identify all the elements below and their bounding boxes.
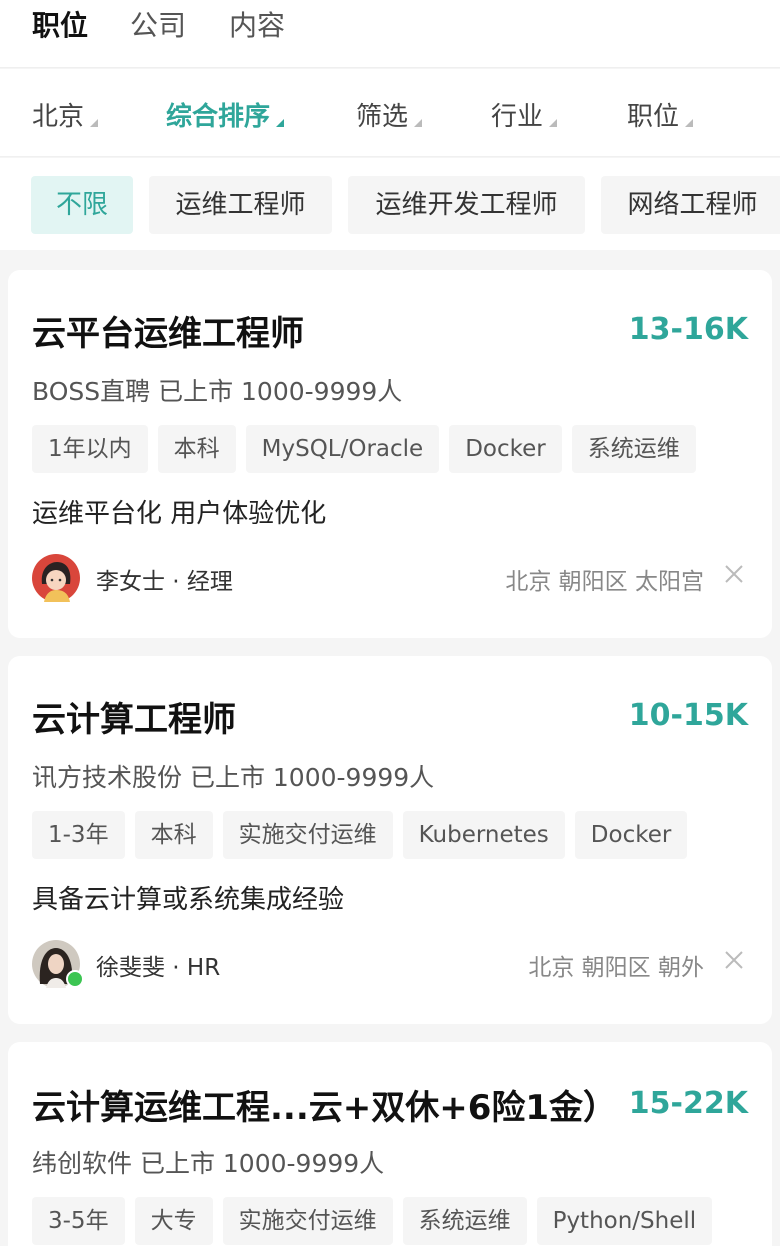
tag: MySQL/Oracle [245,425,440,473]
recruiter-avatar[interactable] [32,554,80,602]
salary: 15-22K [628,1086,748,1121]
tag: Kubernetes [402,811,565,859]
caret-icon [549,119,558,127]
salary: 10-15K [628,698,748,733]
recruiter-row: 李女士 · 经理 北京 朝阳区 太阳宫 [32,554,748,604]
top-tab-bar: 职位 公司 内容 [0,0,780,68]
cartoon-woman-avatar-icon [32,554,80,602]
job-card[interactable]: 云计算工程师 10-15K 讯方技术股份 已上市 1000-9999人 1-3年… [8,656,772,1024]
tag: 本科 [157,425,236,473]
tag: 3-5年 [32,1197,125,1245]
job-highlight: 运维平台化 用户体验优化 [32,499,327,529]
tag: 本科 [134,811,213,859]
tag: 1年以内 [32,425,148,473]
job-card[interactable]: 云平台运维工程师 13-16K BOSS直聘 已上市 1000-9999人 1年… [8,270,772,638]
job-highlight: 具备云计算或系统集成经验 [32,885,345,915]
company-info: 讯方技术股份 已上市 1000-9999人 [32,763,435,792]
filter-position[interactable]: 职位 [627,96,694,133]
recruiter-name: 徐斐斐 · HR [96,955,221,981]
job-title: 云计算工程师 [32,700,236,740]
filter-screen-label: 筛选 [356,102,409,132]
caret-icon [685,119,694,127]
tag: 实施交付运维 [222,811,393,859]
recruiter-name: 李女士 · 经理 [96,569,233,595]
job-title: 云平台运维工程师 [32,314,304,354]
filter-sort-label: 综合排序 [166,102,271,132]
filter-industry[interactable]: 行业 [491,96,558,133]
tag: 大专 [134,1197,213,1245]
close-icon[interactable] [720,946,748,974]
filter-screen[interactable]: 筛选 [356,96,423,133]
company-info: 纬创软件 已上市 1000-9999人 [32,1149,385,1178]
close-icon[interactable] [720,560,748,588]
filter-sort[interactable]: 综合排序 [166,96,285,133]
chip-devops-engineer[interactable]: 运维开发工程师 [348,176,585,234]
tag: Docker [574,811,688,859]
chip-unlimited[interactable]: 不限 [31,176,133,234]
caret-icon [90,119,99,127]
recruiter-row: 徐斐斐 · HR 北京 朝阳区 朝外 [32,940,748,990]
filter-position-label: 职位 [627,102,680,132]
tag: 1-3年 [32,811,125,859]
chip-network-engineer[interactable]: 网络工程师 [601,176,780,234]
tag: 实施交付运维 [222,1197,393,1245]
caret-icon [414,119,423,127]
filter-city[interactable]: 北京 [32,96,99,133]
company-info: BOSS直聘 已上市 1000-9999人 [32,377,403,406]
tag: Docker [449,425,562,473]
tab-content[interactable]: 内容 [229,4,285,44]
online-status-icon [66,970,84,988]
salary: 13-16K [628,312,748,347]
tag: Python/Shell [536,1197,713,1245]
job-card[interactable]: 云计算运维工程...云+双休+6险1金） 15-22K 纬创软件 已上市 100… [8,1042,772,1246]
job-location: 北京 朝阳区 太阳宫 [505,569,704,595]
job-location: 北京 朝阳区 朝外 [528,955,704,981]
job-title: 云计算运维工程...云+双休+6险1金） [32,1088,618,1128]
tag-list: 1-3年 本科 实施交付运维 Kubernetes Docker [32,811,697,859]
tag: 系统运维 [402,1197,527,1245]
filter-bar: 北京 综合排序 筛选 行业 职位 [0,69,780,157]
tag: 系统运维 [571,425,696,473]
tab-jobs[interactable]: 职位 [32,4,88,44]
filter-city-label: 北京 [32,102,85,132]
tag-list: 3-5年 大专 实施交付运维 系统运维 Python/Shell [32,1197,722,1245]
caret-icon [276,119,285,127]
filter-industry-label: 行业 [491,102,544,132]
chip-ops-engineer[interactable]: 运维工程师 [149,176,332,234]
position-chip-bar: 不限 运维工程师 运维开发工程师 网络工程师 [0,158,780,250]
tab-companies[interactable]: 公司 [130,4,186,44]
tag-list: 1年以内 本科 MySQL/Oracle Docker 系统运维 [32,425,706,473]
recruiter-avatar[interactable] [32,940,84,988]
